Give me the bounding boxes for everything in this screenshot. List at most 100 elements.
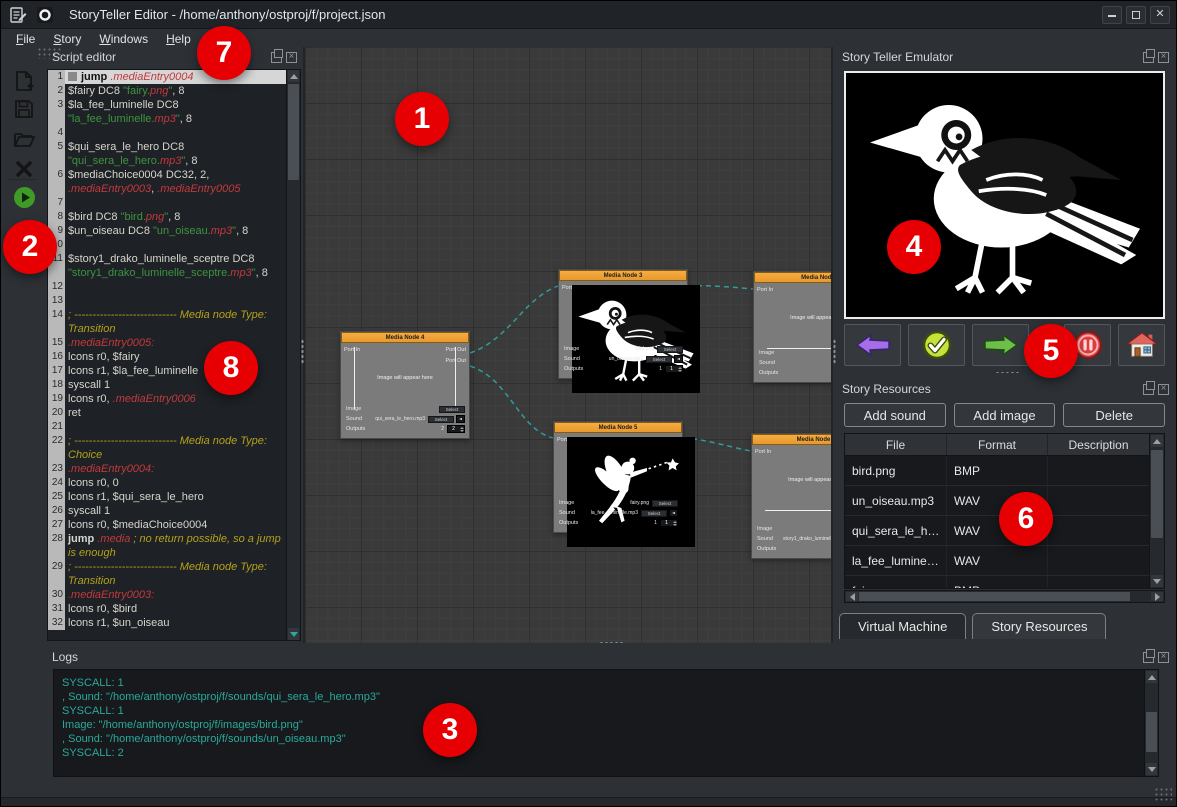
float-panel-icon[interactable]: [1143, 384, 1154, 395]
table-cell: [1048, 576, 1150, 589]
menu-story[interactable]: Story: [46, 30, 88, 48]
code-line: 28jump .media ; no return possible, so a…: [48, 532, 286, 560]
log-line: SYSCALL: 2: [62, 746, 1150, 760]
media-node[interactable]: Media NodePort InImage will appear hereI…: [753, 271, 833, 383]
field-label: Image: [346, 406, 372, 412]
column-file[interactable]: File: [845, 434, 947, 455]
table-row[interactable]: la_fee_lumine…WAV: [845, 546, 1164, 576]
select-button[interactable]: Select: [641, 510, 667, 517]
run-button[interactable]: [12, 185, 36, 209]
left-splitter-handle[interactable]: [301, 339, 304, 365]
save-button[interactable]: [12, 97, 36, 121]
editor-scrollbar[interactable]: [286, 70, 300, 640]
column-description[interactable]: Description: [1048, 434, 1150, 455]
menu-file[interactable]: File: [9, 30, 42, 48]
close-button[interactable]: ✕: [1150, 6, 1170, 24]
outputs-spinner[interactable]: 1: [665, 365, 683, 373]
close-panel-icon[interactable]: [1158, 384, 1169, 395]
add-image-button[interactable]: Add image: [954, 403, 1056, 427]
code-line: 26syscall 1: [48, 504, 286, 518]
open-project-button[interactable]: [12, 127, 36, 151]
scroll-left-button[interactable]: [846, 592, 858, 601]
field-label: Outputs: [564, 366, 590, 372]
annotation-marker-4: 4: [887, 220, 941, 274]
forward-button[interactable]: [972, 324, 1029, 366]
scroll-down-button[interactable]: [288, 628, 299, 640]
field-label: Sound: [564, 356, 590, 362]
float-panel-icon[interactable]: [1143, 652, 1154, 663]
line-number: 14: [48, 308, 65, 336]
line-number: 3: [48, 98, 65, 126]
select-button[interactable]: Select: [657, 346, 683, 353]
status-bar: [1, 797, 1176, 806]
code-line: 21: [48, 420, 286, 434]
float-panel-icon[interactable]: [1143, 52, 1154, 63]
scroll-up-button[interactable]: [1151, 435, 1163, 447]
scroll-right-button[interactable]: [1151, 592, 1163, 601]
close-panel-icon[interactable]: [1158, 652, 1169, 663]
right-splitter-handle[interactable]: [833, 339, 836, 365]
close-panel-icon[interactable]: [286, 52, 297, 63]
field-label: Outputs: [757, 546, 783, 552]
code-line: 25lcons r1, $qui_sera_le_hero: [48, 490, 286, 504]
speaker-icon[interactable]: [669, 509, 678, 517]
menu-help[interactable]: Help: [159, 30, 198, 48]
select-button[interactable]: Select: [428, 416, 454, 423]
field-label: Sound: [346, 416, 372, 422]
line-number: 30: [48, 588, 65, 602]
field-value: story1_drako_luminelle_sceptre.mp3: [783, 536, 833, 542]
field-label: Sound: [757, 536, 783, 542]
emulator-splitter-handle[interactable]: [995, 371, 1021, 374]
field-label: Outputs: [759, 370, 785, 376]
annotation-marker-3: 3: [423, 703, 477, 757]
scroll-down-button[interactable]: [1146, 763, 1157, 775]
line-number: 29: [48, 560, 65, 588]
line-number: 25: [48, 490, 65, 504]
field-value: la_fee_luminelle.mp3: [585, 510, 641, 516]
close-project-button[interactable]: [12, 157, 36, 181]
home-button[interactable]: [1118, 324, 1165, 366]
logs-scrollbar[interactable]: [1144, 669, 1159, 777]
table-row[interactable]: bird.pngBMP: [845, 456, 1164, 486]
maximize-button[interactable]: [1126, 6, 1146, 24]
media-node[interactable]: Media Node 6Port InImage will appear her…: [751, 433, 833, 559]
code-line: 4: [48, 126, 286, 140]
select-button[interactable]: Select: [646, 356, 672, 363]
media-node[interactable]: Media Node 5Port InPort OutImagefairy.pn…: [553, 421, 683, 533]
tab-story-resources[interactable]: Story Resources: [972, 613, 1106, 639]
speaker-icon[interactable]: [456, 415, 465, 423]
bottom-splitter-handle[interactable]: [599, 641, 625, 644]
select-button[interactable]: Select: [652, 500, 678, 507]
code-line: 5$qui_sera_le_hero DC8 "qui_sera_le_hero…: [48, 140, 286, 168]
new-file-button[interactable]: [12, 69, 36, 93]
add-sound-button[interactable]: Add sound: [844, 403, 946, 427]
outputs-spinner[interactable]: 2: [447, 425, 465, 433]
node-graph-canvas[interactable]: Media Node 4Port InPort OutPort OutImage…: [303, 47, 833, 643]
outputs-spinner[interactable]: 1: [660, 519, 678, 527]
resize-grip[interactable]: [1154, 787, 1172, 803]
table-horizontal-scrollbar[interactable]: [844, 590, 1165, 603]
validate-button[interactable]: [908, 324, 965, 366]
minimize-button[interactable]: [1102, 6, 1122, 24]
table-row[interactable]: fairy.pngBMP: [845, 576, 1164, 589]
media-node[interactable]: Media Node 4Port InPort OutPort OutImage…: [340, 331, 470, 439]
menu-windows[interactable]: Windows: [92, 30, 155, 48]
scroll-down-button[interactable]: [1151, 575, 1163, 587]
back-button[interactable]: [844, 324, 901, 366]
scroll-up-button[interactable]: [1146, 671, 1157, 683]
scroll-up-button[interactable]: [288, 70, 299, 82]
table-vertical-scrollbar[interactable]: [1149, 434, 1164, 588]
media-node[interactable]: Media Node 3Port InPort OutImagebird.png…: [558, 269, 688, 379]
line-number: 32: [48, 616, 65, 630]
speaker-icon[interactable]: [674, 355, 683, 363]
tab-virtual-machine[interactable]: Virtual Machine: [839, 613, 966, 639]
close-panel-icon[interactable]: [1158, 52, 1169, 63]
float-panel-icon[interactable]: [271, 52, 282, 63]
code-editor[interactable]: 1jump .mediaEntry00042$fairy DC8 "fairy.…: [47, 69, 301, 641]
log-output[interactable]: SYSCALL: 1, Sound: "/home/anthony/ostpro…: [53, 669, 1159, 777]
select-button[interactable]: Select: [439, 406, 465, 413]
column-format[interactable]: Format: [947, 434, 1048, 455]
table-cell: WAV: [947, 546, 1048, 575]
delete-button[interactable]: Delete: [1063, 403, 1165, 427]
node-title: Media Node: [754, 272, 833, 283]
